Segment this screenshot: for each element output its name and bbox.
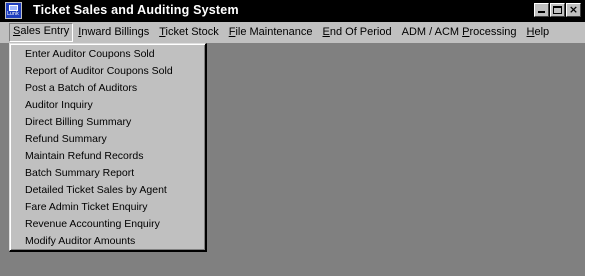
sales-entry-dropdown: Enter Auditor Coupons Sold Report of Aud… [9, 43, 207, 252]
menu-mnemonic: H [526, 26, 535, 38]
menu-item-detailed-ticket-sales-by-agent[interactable]: Detailed Ticket Sales by Agent [11, 182, 201, 198]
minimize-icon [538, 11, 545, 13]
menu-item-refund-summary[interactable]: Refund Summary [11, 131, 201, 147]
menu-sales-entry[interactable]: Sales Entry [9, 23, 74, 42]
window-controls: × [533, 3, 581, 19]
menu-item-batch-summary-report[interactable]: Batch Summary Report [11, 165, 201, 181]
menu-file-maintenance[interactable]: File Maintenance [224, 24, 318, 41]
menu-item-revenue-accounting-enquiry[interactable]: Revenue Accounting Enquiry [11, 216, 201, 232]
menu-item-maintain-refund-records[interactable]: Maintain Refund Records [11, 148, 201, 164]
menu-help[interactable]: Help [522, 24, 555, 41]
app-window: Lunk Ticket Sales and Auditing System × … [0, 0, 587, 276]
menu-item-direct-billing-summary[interactable]: Direct Billing Summary [11, 114, 201, 130]
menu-item-post-batch-auditors[interactable]: Post a Batch of Auditors [11, 80, 201, 96]
menu-ticket-stock[interactable]: Ticket Stock [154, 24, 224, 41]
computer-app-icon[interactable]: Lunk [5, 2, 22, 19]
close-icon: × [568, 3, 579, 16]
window-title: Ticket Sales and Auditing System [33, 3, 239, 17]
menu-item-fare-admin-ticket-enquiry[interactable]: Fare Admin Ticket Enquiry [11, 199, 201, 215]
close-button[interactable]: × [566, 3, 581, 17]
menu-item-enter-auditor-coupons-sold[interactable]: Enter Auditor Coupons Sold [11, 46, 201, 62]
menu-label: nward Billings [81, 26, 150, 38]
menu-label-prefix: ADM / ACM [401, 26, 463, 38]
menu-label: icket Stock [165, 26, 219, 38]
maximize-button[interactable] [550, 3, 565, 17]
menu-bar: Sales Entry Inward Billings Ticket Stock… [0, 22, 585, 43]
maximize-icon [553, 6, 562, 14]
title-bar[interactable]: Lunk Ticket Sales and Auditing System × [0, 0, 585, 22]
menu-label: elp [534, 26, 550, 38]
menu-mnemonic: E [322, 26, 330, 38]
menu-inward-billings[interactable]: Inward Billings [73, 24, 154, 41]
menu-label: nd Of Period [329, 26, 392, 38]
minimize-button[interactable] [534, 3, 549, 17]
app-icon-caption: Lunk [7, 11, 19, 17]
menu-label: ales Entry [20, 25, 70, 37]
menu-label: ile Maintenance [235, 26, 313, 38]
menu-label: rocessing [469, 26, 517, 38]
menu-item-report-auditor-coupons-sold[interactable]: Report of Auditor Coupons Sold [11, 63, 201, 79]
menu-item-modify-auditor-amounts[interactable]: Modify Auditor Amounts [11, 233, 201, 249]
menu-item-auditor-inquiry[interactable]: Auditor Inquiry [11, 97, 201, 113]
menu-end-of-period[interactable]: End Of Period [318, 24, 397, 41]
menu-adm-acm-processing[interactable]: ADM / ACM Processing [397, 24, 522, 41]
